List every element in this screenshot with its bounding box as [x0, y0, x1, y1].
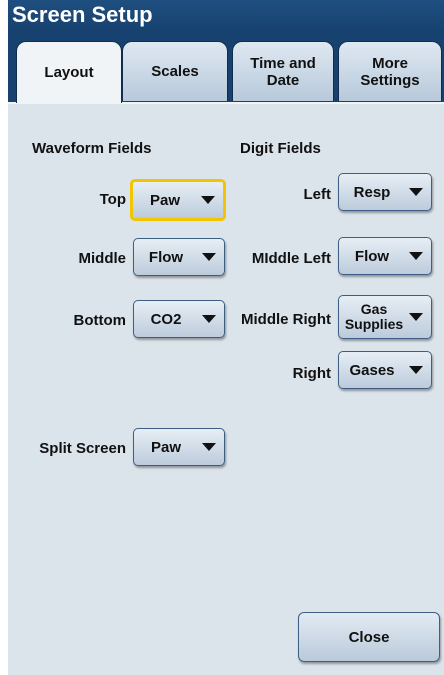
- middle-left-label: MIddle Left: [251, 250, 331, 267]
- tab-scales-label: Scales: [151, 63, 199, 80]
- tab-time-and-date-label: Time and Date: [250, 54, 316, 89]
- top-waveform-dropdown[interactable]: Paw: [130, 179, 226, 221]
- middle-right-label: Middle Right: [241, 311, 331, 328]
- right-digit-dropdown[interactable]: Gases: [338, 351, 432, 389]
- window-title: Screen Setup: [12, 2, 153, 27]
- top-label: Top: [99, 191, 126, 208]
- middle-label: Middle: [78, 250, 127, 267]
- tab-scales[interactable]: Scales: [122, 41, 228, 101]
- close-button-label: Close: [348, 628, 390, 646]
- left-label: Left: [303, 186, 332, 203]
- chevron-down-icon: [409, 252, 423, 260]
- digit-fields-heading: Digit Fields: [240, 140, 321, 157]
- middle-waveform-dropdown[interactable]: Flow: [133, 238, 225, 276]
- left-digit-dropdown[interactable]: Resp: [338, 173, 432, 211]
- chevron-down-icon: [409, 188, 423, 196]
- chevron-down-icon: [201, 196, 215, 204]
- tab-more-settings[interactable]: More Settings: [338, 41, 442, 101]
- chevron-down-icon: [409, 366, 423, 374]
- chevron-down-icon: [409, 313, 423, 321]
- tab-more-settings-label: More Settings: [360, 54, 420, 89]
- close-button[interactable]: Close: [298, 612, 440, 662]
- waveform-fields-heading: Waveform Fields: [32, 140, 152, 157]
- bottom-waveform-dropdown[interactable]: CO2: [133, 300, 225, 338]
- right-label: Right: [292, 365, 331, 382]
- chevron-down-icon: [202, 315, 216, 323]
- chevron-down-icon: [202, 253, 216, 261]
- split-screen-dropdown[interactable]: Paw: [133, 428, 225, 466]
- chevron-down-icon: [202, 443, 216, 451]
- tab-layout[interactable]: Layout: [16, 41, 122, 103]
- middle-left-digit-dropdown[interactable]: Flow: [338, 237, 432, 275]
- middle-right-digit-dropdown[interactable]: Gas Supplies: [338, 295, 432, 339]
- split-screen-label: Split Screen: [39, 440, 126, 457]
- bottom-label: Bottom: [73, 312, 127, 329]
- tab-time-and-date[interactable]: Time and Date: [232, 41, 334, 101]
- title-bar: Screen Setup: [8, 0, 444, 30]
- tab-layout-label: Layout: [44, 64, 94, 81]
